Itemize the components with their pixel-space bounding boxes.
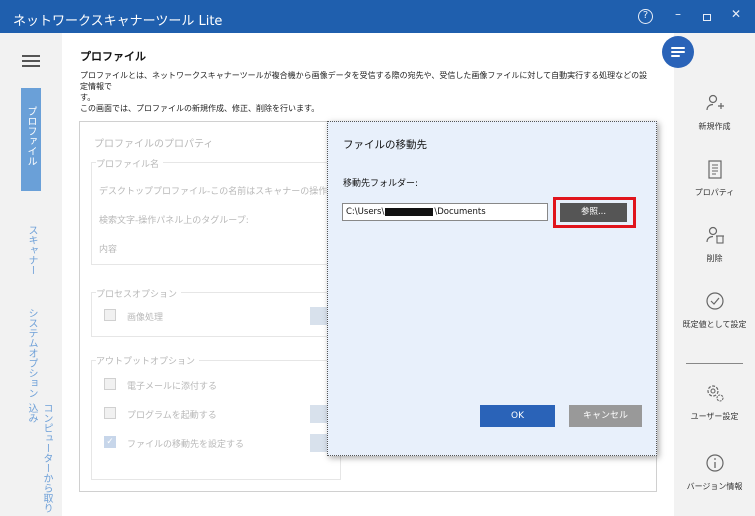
checkmark-circle-icon [674, 291, 755, 315]
browse-button[interactable]: 参照... [560, 203, 627, 222]
set-destination-checkbox[interactable]: ✓ [104, 436, 116, 448]
set-as-default-label: 既定値として設定 [682, 320, 747, 329]
title-bar: ネットワークスキャナーツール Lite ? – ✕ [0, 0, 755, 33]
image-processing-checkbox[interactable] [104, 309, 116, 321]
folder-path-input[interactable]: C:\Users\ \Documents [342, 203, 548, 221]
gear-icon [674, 383, 755, 407]
launch-program-checkbox[interactable] [104, 407, 116, 419]
delete-user-icon [674, 225, 755, 249]
version-info-label: バージョン情報 [686, 482, 743, 491]
name-section-label: プロファイル名 [96, 157, 164, 170]
add-user-icon [674, 93, 755, 117]
window-title: ネットワークスキャナーツール Lite [13, 14, 223, 29]
search-label: 検索文字-操作パネル上のタグループ: [99, 216, 249, 226]
properties-icon [674, 159, 755, 183]
attach-email-label: 電子メールに添付する [127, 382, 218, 392]
delete-button[interactable]: 削除 [674, 225, 755, 264]
image-processing-label: 画像処理 [127, 313, 164, 323]
path-suffix: \Documents [434, 207, 486, 217]
destination-dialog: ファイルの移動先 移動先フォルダー: C:\Users\ \Documents 参… [327, 121, 657, 456]
set-destination-settings-button[interactable] [310, 434, 327, 452]
description-line: この画面では、プロファイルの新規作成、修正、削除を行います。 [80, 104, 320, 113]
user-settings-button[interactable]: ユーザー設定 [674, 383, 755, 422]
output-section-label: アウトプットオプション [96, 354, 200, 367]
tab-system-options[interactable]: システムオプション [24, 308, 39, 398]
set-destination-label: ファイルの移動先を設定する [127, 440, 245, 450]
right-nav: 新規作成 プロパティ 削除 既定値として設定 ユーザー設定 バージョン情報 [674, 33, 755, 516]
user-settings-label: ユーザー設定 [690, 412, 739, 421]
content-label: 内容 [99, 245, 118, 255]
close-icon[interactable]: ✕ [727, 7, 745, 21]
path-prefix: C:\Users\ [346, 207, 385, 217]
page-title: プロファイル [80, 50, 146, 63]
description-line: す。 [80, 93, 96, 102]
cancel-button[interactable]: キャンセル [569, 405, 642, 427]
properties-label: プロパティ [694, 188, 735, 197]
delete-label: 削除 [706, 254, 723, 263]
properties-title: プロファイルのプロパティ [94, 139, 214, 150]
properties-button[interactable]: プロパティ [674, 159, 755, 198]
tab-import-from-computer[interactable]: コンピューターから取り込み [24, 403, 54, 516]
launch-program-label: プログラムを起動する [127, 411, 217, 421]
dialog-title: ファイルの移動先 [343, 139, 427, 151]
redacted-username [385, 207, 434, 216]
version-info-button[interactable]: バージョン情報 [674, 453, 755, 492]
browse-highlight: 参照... [553, 197, 636, 228]
ok-button[interactable]: OK [480, 405, 555, 427]
page-description: プロファイルとは、ネットワークスキャナーツールが複合機から画像データを受信する際… [80, 70, 650, 114]
hamburger-menu-icon[interactable] [22, 55, 40, 69]
description-line: プロファイルとは、ネットワークスキャナーツールが複合機から画像データを受信する際… [80, 71, 648, 91]
help-icon[interactable]: ? [638, 9, 653, 24]
new-profile-label: 新規作成 [698, 122, 731, 131]
set-as-default-button[interactable]: 既定値として設定 [674, 291, 755, 330]
right-nav-divider [686, 363, 743, 364]
maximize-icon[interactable] [698, 10, 716, 24]
left-nav: プロファイル スキャナー システムオプション コンピューターから取り込み [0, 33, 62, 516]
tab-profile[interactable]: プロファイル [21, 88, 41, 191]
image-processing-settings-button[interactable] [310, 307, 327, 325]
minimize-icon[interactable]: – [669, 7, 687, 21]
folder-label: 移動先フォルダー: [343, 179, 419, 189]
menu-fab-button[interactable] [662, 36, 694, 68]
tab-scanner[interactable]: スキャナー [24, 225, 39, 275]
new-profile-button[interactable]: 新規作成 [674, 93, 755, 132]
process-section-label: プロセスオプション [96, 287, 182, 300]
info-icon [674, 453, 755, 477]
attach-email-checkbox[interactable] [104, 378, 116, 390]
launch-program-settings-button[interactable] [310, 405, 327, 423]
